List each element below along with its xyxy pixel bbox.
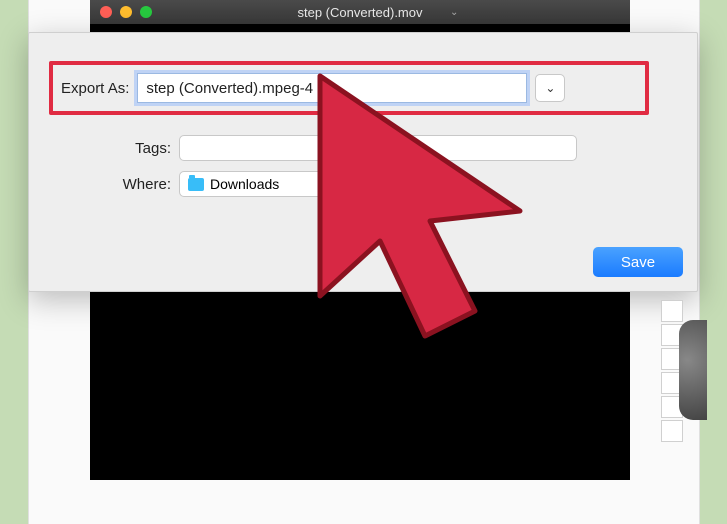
where-location-value: Downloads	[210, 176, 279, 192]
chevron-down-icon[interactable]: ⌄	[450, 7, 458, 18]
export-filename-input[interactable]	[137, 73, 527, 103]
window-titlebar: step (Converted).mov ⌄	[90, 0, 630, 24]
fullscreen-window-button[interactable]	[140, 6, 152, 18]
window-controls	[90, 6, 152, 18]
export-dialog: Export As: ⌄ Tags: Where: Downloads Save	[28, 32, 698, 292]
window-title: step (Converted).mov	[90, 5, 630, 20]
close-window-button[interactable]	[100, 6, 112, 18]
export-as-label: Export As:	[61, 80, 137, 97]
minimize-window-button[interactable]	[120, 6, 132, 18]
tags-row: Tags:	[87, 135, 577, 161]
folder-icon	[188, 178, 204, 191]
save-button[interactable]: Save	[593, 247, 683, 277]
export-row-highlight: Export As: ⌄	[49, 61, 649, 115]
thumbnail-item[interactable]	[661, 300, 683, 322]
where-row: Where: Downloads	[77, 171, 409, 197]
where-label: Where:	[77, 176, 179, 193]
chevron-down-icon: ⌄	[545, 81, 555, 95]
thumbnail-item[interactable]	[661, 420, 683, 442]
tags-label: Tags:	[87, 140, 179, 157]
where-location-select[interactable]: Downloads	[179, 171, 409, 197]
expand-dialog-button[interactable]: ⌄	[535, 74, 565, 102]
tags-input[interactable]	[179, 135, 577, 161]
side-control-knob	[679, 320, 707, 420]
